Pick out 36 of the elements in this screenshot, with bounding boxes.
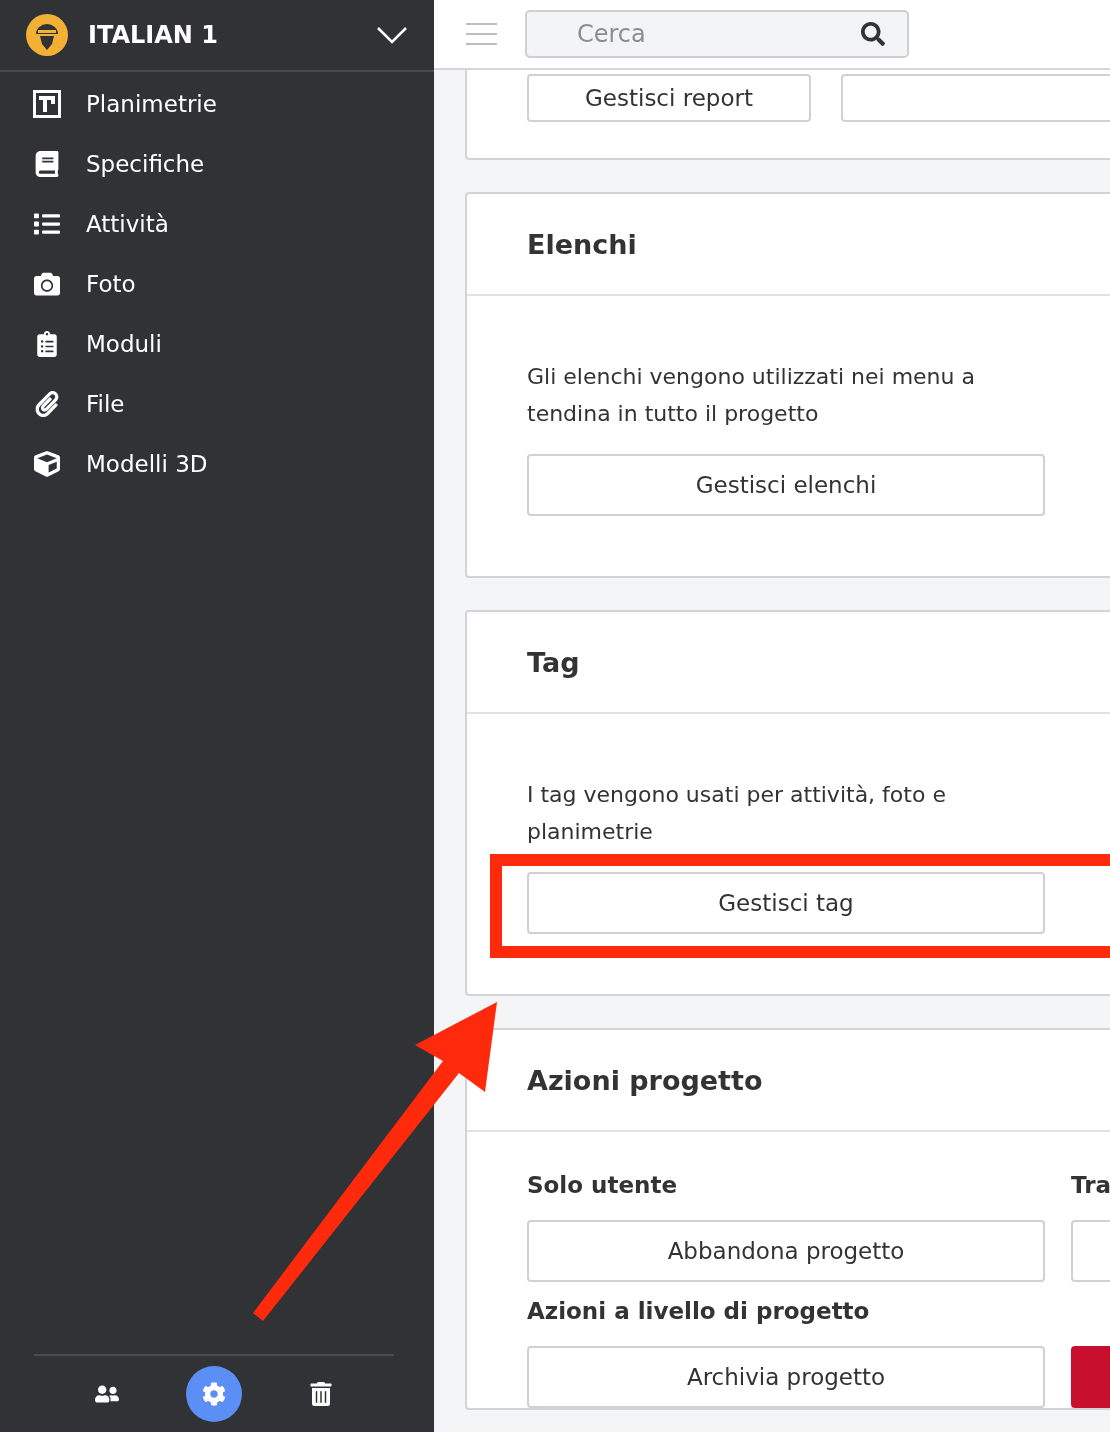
notebook-icon — [34, 151, 60, 177]
section-heading: Azioni a livello di progetto — [527, 1298, 871, 1326]
card-description: I tag vengono usati per attività, foto e planimetrie — [527, 781, 947, 846]
search-bar[interactable]: Cerca — [525, 10, 909, 58]
paperclip-icon — [34, 391, 60, 417]
nav-item[interactable]: File — [0, 374, 434, 434]
cube-icon — [34, 451, 60, 477]
list-icon — [34, 211, 60, 237]
nav-item[interactable]: Modelli 3D — [0, 434, 434, 494]
logo-icon — [26, 14, 68, 56]
manage-button[interactable]: Gestisci tag — [527, 872, 1045, 934]
nav-item[interactable]: Moduli — [0, 314, 434, 374]
card-title: Azioni progetto — [527, 1064, 763, 1096]
card-description: Gli elenchi vengono utilizzati nei menu a tendina in tutto il progetto — [527, 363, 976, 428]
nav-item[interactable]: Attività — [0, 194, 434, 254]
search-field[interactable]: Cerca — [575, 19, 861, 49]
section-heading: Tra — [1071, 1172, 1110, 1200]
settings-button[interactable] — [186, 1366, 242, 1422]
nav-item[interactable]: Foto — [0, 254, 434, 314]
camera-icon — [34, 271, 60, 297]
nav-item[interactable]: Planimetrie — [0, 74, 434, 134]
settings-icon — [202, 1382, 226, 1406]
nav-item[interactable]: Specifiche — [0, 134, 434, 194]
search-icon[interactable] — [861, 22, 885, 46]
trash-icon — [308, 1382, 333, 1406]
action-button[interactable]: Archivia progetto — [527, 1346, 1045, 1408]
project-title: ITALIAN 1 — [88, 21, 219, 49]
action-button[interactable]: Gestisci report — [527, 74, 811, 122]
card-title: Elenchi — [527, 228, 637, 260]
floor-plan-icon — [33, 90, 61, 118]
chevron-down-icon[interactable] — [376, 26, 408, 44]
manage-button[interactable]: Gestisci elenchi — [527, 454, 1045, 516]
section-heading: Solo utente — [527, 1172, 678, 1200]
card-title: Tag — [527, 646, 580, 678]
clipboard-icon — [34, 331, 60, 357]
action-button[interactable]: Abbandona progetto — [527, 1220, 1045, 1282]
